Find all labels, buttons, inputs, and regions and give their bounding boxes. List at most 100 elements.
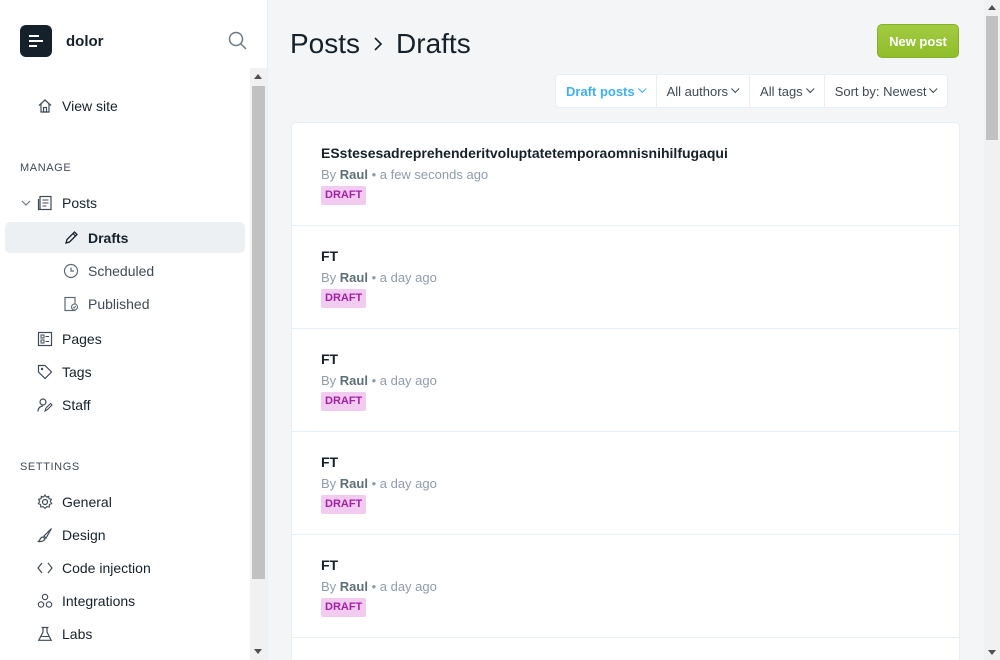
- sidebar-scrollbar[interactable]: [250, 68, 267, 660]
- post-title[interactable]: FT: [321, 351, 338, 367]
- main-content: Posts Drafts New post Draft posts All au…: [268, 0, 984, 660]
- search-icon[interactable]: [228, 31, 248, 51]
- filter-label: Sort by: Newest: [834, 83, 927, 99]
- staff-icon: [36, 396, 54, 414]
- type-filter-dropdown[interactable]: Draft posts: [556, 75, 657, 107]
- sidebar-item-drafts[interactable]: Drafts: [5, 222, 245, 253]
- sidebar-item-tags[interactable]: Tags: [0, 356, 245, 387]
- list-item[interactable]: FT By Raul • a day ago DRAFT: [292, 535, 959, 638]
- sidebar-item-posts[interactable]: Posts: [0, 187, 245, 218]
- scrollbar-thumb[interactable]: [986, 16, 998, 140]
- gear-icon: [36, 493, 54, 511]
- sidebar-item-label: View site: [62, 97, 118, 114]
- breadcrumb-posts[interactable]: Posts: [290, 28, 360, 60]
- posts-icon: [36, 194, 54, 212]
- chevron-down-icon[interactable]: [20, 194, 32, 212]
- post-meta: By Raul • a day ago: [321, 373, 437, 388]
- sidebar-item-label: Staff: [62, 396, 91, 413]
- by-label: By: [321, 579, 337, 594]
- brand-name[interactable]: dolor: [66, 33, 104, 50]
- page-scrollbar[interactable]: [984, 0, 1000, 660]
- brush-icon: [36, 526, 54, 544]
- sidebar-item-integrations[interactable]: Integrations: [0, 585, 245, 616]
- status-badge: DRAFT: [321, 289, 367, 308]
- post-meta: By Raul • a day ago: [321, 579, 437, 594]
- pencil-icon: [62, 229, 80, 247]
- scroll-up-arrow-icon[interactable]: [988, 5, 996, 10]
- by-label: By: [321, 373, 337, 388]
- sidebar-item-published[interactable]: Published: [0, 288, 245, 319]
- post-time: a day ago: [379, 476, 437, 491]
- post-title[interactable]: FT: [321, 248, 338, 264]
- post-author: Raul: [339, 167, 368, 182]
- sort-dropdown[interactable]: Sort by: Newest: [825, 75, 948, 107]
- post-title[interactable]: FT: [321, 454, 338, 470]
- code-icon: [36, 559, 54, 577]
- chevron-down-icon: [637, 84, 647, 94]
- post-time: a day ago: [379, 270, 437, 285]
- sidebar-item-label: Tags: [62, 363, 92, 380]
- sidebar-item-staff[interactable]: Staff: [0, 389, 245, 420]
- posts-list: ESstesesadreprehenderitvoluptatetemporao…: [291, 122, 960, 660]
- filter-bar: Draft posts All authors All tags Sort by…: [555, 74, 949, 108]
- sidebar-item-labs[interactable]: Labs: [0, 618, 245, 649]
- list-item[interactable]: ESstesesadreprehenderitvoluptatetemporao…: [292, 123, 959, 226]
- sidebar-item-label: Posts: [62, 194, 98, 211]
- sidebar-item-label: General: [62, 493, 112, 510]
- home-icon: [36, 97, 54, 115]
- pages-icon: [36, 330, 54, 348]
- sidebar-item-label: Design: [62, 526, 106, 543]
- post-meta: By Raul • a day ago: [321, 476, 437, 491]
- new-post-button[interactable]: New post: [877, 24, 959, 58]
- tag-filter-dropdown[interactable]: All tags: [750, 75, 825, 107]
- sidebar-item-design[interactable]: Design: [0, 519, 245, 550]
- sidebar-item-label: Scheduled: [88, 262, 155, 279]
- published-icon: [62, 295, 80, 313]
- sidebar-item-pages[interactable]: Pages: [0, 323, 245, 354]
- post-meta: By Raul • a few seconds ago: [321, 167, 489, 182]
- flask-icon: [36, 625, 54, 643]
- list-item[interactable]: FT By Raul • a day ago DRAFT: [292, 226, 959, 329]
- scroll-down-arrow-icon[interactable]: [254, 649, 262, 654]
- integrations-icon: [36, 592, 54, 610]
- chevron-down-icon: [805, 84, 815, 94]
- post-time: a few seconds ago: [379, 167, 489, 182]
- chevron-down-icon: [731, 84, 740, 94]
- post-author: Raul: [339, 270, 368, 285]
- post-author: Raul: [339, 476, 368, 491]
- brand-logo-icon[interactable]: [20, 25, 52, 57]
- sidebar-item-scheduled[interactable]: Scheduled: [0, 255, 245, 286]
- sidebar-item-label: Pages: [62, 330, 102, 347]
- filter-label: Draft posts: [566, 83, 635, 99]
- section-heading-settings: SETTINGS: [20, 461, 80, 473]
- status-badge: DRAFT: [321, 495, 367, 514]
- author-filter-dropdown[interactable]: All authors: [657, 75, 751, 107]
- sidebar-header: dolor: [20, 24, 248, 58]
- list-item[interactable]: FT By Raul • a day ago DRAFT: [292, 329, 959, 432]
- page-title: Drafts: [396, 28, 471, 59]
- sidebar-item-code-injection[interactable]: Code injection: [0, 552, 245, 583]
- sidebar-item-view-site[interactable]: View site: [0, 90, 245, 121]
- chevron-down-icon: [929, 84, 938, 94]
- section-heading-manage: MANAGE: [20, 162, 72, 174]
- chevron-right-icon: [372, 35, 384, 53]
- sidebar-item-label: Integrations: [62, 592, 136, 609]
- sidebar-item-general[interactable]: General: [0, 486, 245, 517]
- post-author: Raul: [339, 373, 368, 388]
- sidebar-item-label: Published: [88, 295, 150, 312]
- post-time: a day ago: [379, 373, 437, 388]
- sidebar-item-label: Labs: [62, 625, 93, 642]
- scrollbar-thumb[interactable]: [252, 86, 265, 579]
- post-title[interactable]: ESstesesadreprehenderitvoluptatetemporao…: [321, 145, 728, 161]
- status-badge: DRAFT: [321, 392, 367, 411]
- post-meta: By Raul • a day ago: [321, 270, 437, 285]
- by-label: By: [321, 270, 337, 285]
- scroll-down-arrow-icon[interactable]: [988, 650, 996, 655]
- filter-label: All tags: [760, 83, 803, 99]
- post-title[interactable]: FT: [321, 557, 338, 573]
- status-badge: DRAFT: [321, 186, 367, 205]
- list-item[interactable]: FT By Raul • a day ago DRAFT: [292, 432, 959, 535]
- post-time: a day ago: [379, 579, 437, 594]
- scroll-up-arrow-icon[interactable]: [254, 74, 262, 79]
- sidebar-item-label: Code injection: [62, 559, 151, 576]
